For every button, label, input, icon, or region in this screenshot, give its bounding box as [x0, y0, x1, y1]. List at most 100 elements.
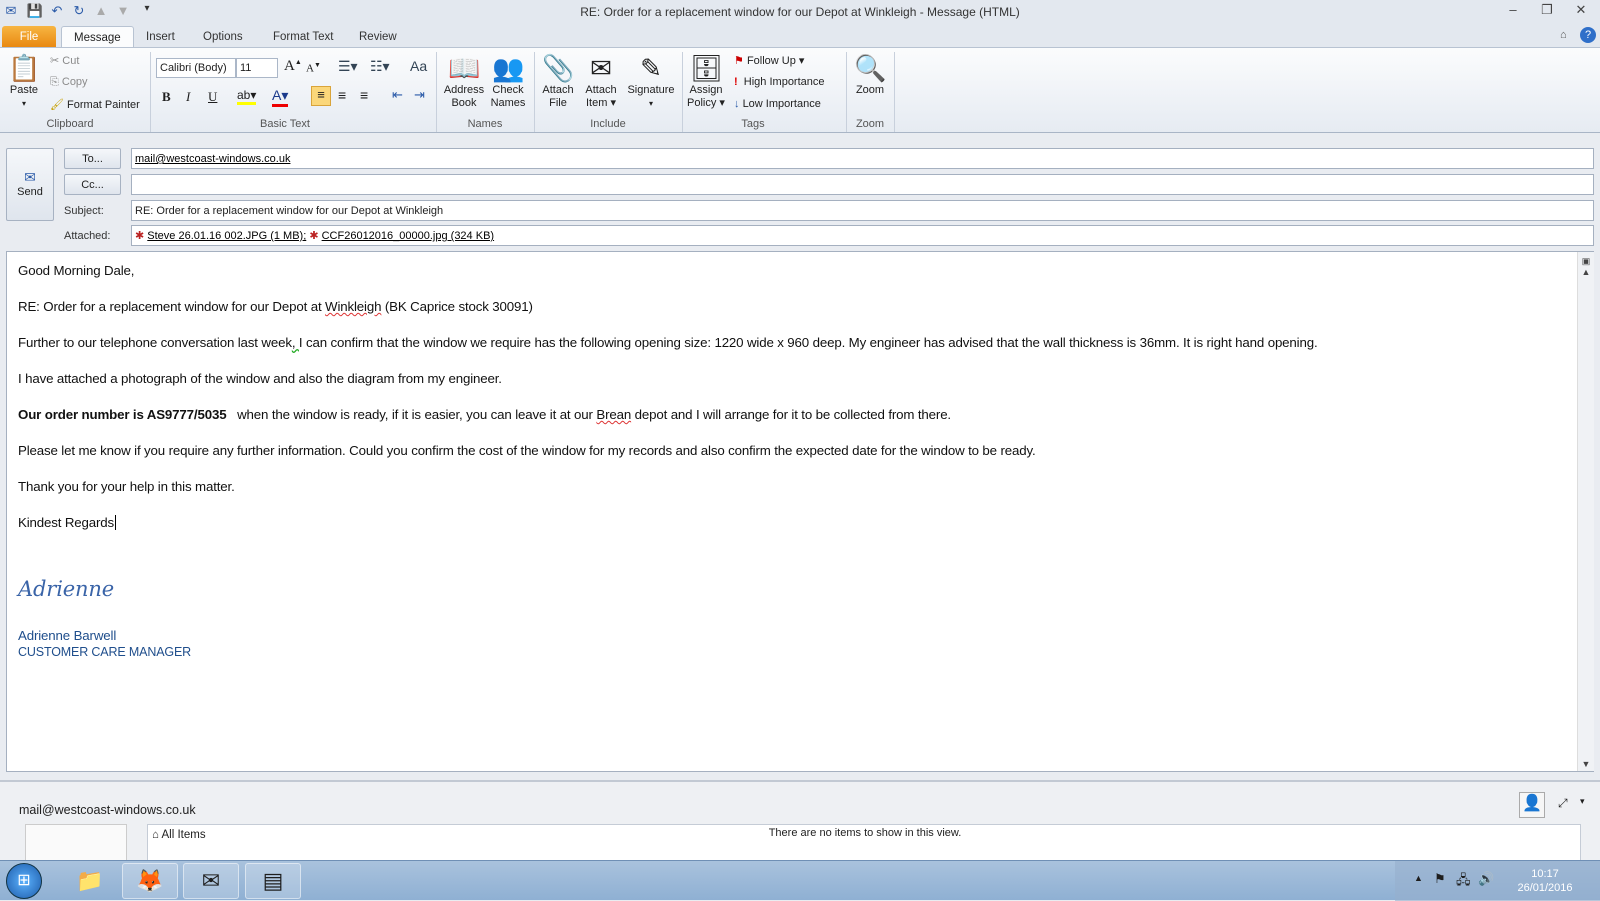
address-book-icon: 📖: [448, 53, 481, 83]
empty-view-message: There are no items to show in this view.: [768, 827, 962, 839]
ribbon-tabs: File Message Insert Options Format Text …: [0, 24, 1600, 48]
increase-indent-icon[interactable]: ⇥: [414, 87, 425, 103]
outlook-taskbar-icon[interactable]: ✉: [183, 863, 239, 899]
align-right-button[interactable]: ≡: [360, 87, 368, 103]
closing: Kindest Regards: [18, 515, 117, 530]
message-body[interactable]: Good Morning Dale, RE: Order for a repla…: [6, 251, 1594, 772]
sage-taskbar-icon[interactable]: ▤: [245, 863, 301, 899]
down-arrow-icon: ↓: [734, 98, 740, 110]
check-names-icon: 👥: [492, 53, 525, 83]
paragraph: Our order number is AS9777/5035 when the…: [18, 407, 951, 422]
cc-field[interactable]: [131, 174, 1594, 195]
paste-icon: 📋: [8, 53, 41, 83]
start-button[interactable]: ⊞: [6, 863, 42, 899]
collapse-pane-icon[interactable]: ▾: [1580, 796, 1585, 807]
paragraph: Thank you for your help in this matter.: [18, 479, 235, 494]
close-button[interactable]: ✕: [1566, 2, 1596, 22]
attachment-link[interactable]: CCF26012016_00000.jpg (324 KB): [322, 230, 494, 242]
attach-item-button[interactable]: ✉ Attach Item ▾: [580, 52, 622, 110]
align-center-button[interactable]: ≡: [338, 87, 346, 103]
align-left-button[interactable]: ≡: [311, 86, 331, 106]
clock[interactable]: 10:17 26/01/2016: [1510, 867, 1580, 895]
tab-format-text[interactable]: Format Text: [261, 26, 346, 48]
font-color-icon[interactable]: A▾: [272, 87, 289, 107]
font-size-select[interactable]: 11: [236, 58, 278, 78]
magnifier-icon: 🔍: [854, 53, 887, 83]
tab-message[interactable]: Message: [61, 26, 134, 48]
group-label-tags: Tags: [741, 118, 765, 130]
tab-review[interactable]: Review: [347, 26, 409, 48]
bullets-icon[interactable]: ☰▾: [338, 58, 358, 75]
to-recipient[interactable]: mail@westcoast-windows.co.uk: [135, 153, 290, 165]
signature-script: Adrienne: [18, 577, 115, 601]
clock-date: 26/01/2016: [1517, 882, 1573, 894]
paperclip-icon: 📎: [542, 53, 575, 83]
group-label-basic-text: Basic Text: [260, 118, 310, 130]
show-hidden-icons[interactable]: ▲: [1414, 873, 1423, 883]
to-field[interactable]: mail@westcoast-windows.co.uk: [131, 148, 1594, 169]
font-name-select[interactable]: Calibri (Body): [156, 58, 236, 78]
highlight-icon[interactable]: ab▾: [237, 88, 257, 105]
flag-icon: ⚑: [734, 55, 744, 67]
greeting: Good Morning Dale,: [18, 263, 135, 278]
tab-file[interactable]: File: [2, 26, 56, 48]
action-center-flag-icon[interactable]: ⚑: [1434, 871, 1446, 887]
restore-button[interactable]: ❐: [1532, 2, 1562, 22]
tab-options[interactable]: Options: [191, 26, 255, 48]
people-pane-email: mail@westcoast-windows.co.uk: [19, 803, 196, 817]
styles-icon[interactable]: Aa: [410, 58, 427, 74]
paragraph: Further to our telephone conversation la…: [18, 335, 1318, 350]
attach-file-button[interactable]: 📎 Attach File: [538, 52, 578, 110]
bold-button[interactable]: B: [162, 89, 171, 105]
image-file-icon: ✱: [309, 230, 319, 242]
italic-button[interactable]: I: [186, 89, 190, 105]
tab-insert[interactable]: Insert: [134, 26, 187, 48]
zoom-button[interactable]: 🔍 Zoom: [850, 52, 890, 97]
firefox-taskbar-icon[interactable]: 🦊: [122, 863, 178, 899]
paste-button[interactable]: 📋 Paste ▾: [6, 52, 42, 110]
activity-list: ⌂ All Items There are no items to show i…: [147, 824, 1581, 864]
scroll-down-icon[interactable]: ▼: [1578, 759, 1594, 769]
attachment-link[interactable]: Steve 26.01.16 002.JPG (1 MB);: [147, 230, 306, 242]
to-button[interactable]: To...: [64, 148, 121, 169]
expand-icon[interactable]: ⤢: [1558, 796, 1568, 811]
paragraph: I have attached a photograph of the wind…: [18, 371, 502, 386]
body-scrollbar[interactable]: ▣ ▲ ▼: [1577, 252, 1594, 771]
decrease-indent-icon[interactable]: ⇤: [392, 87, 403, 103]
attached-label: Attached:: [64, 230, 111, 242]
cc-button[interactable]: Cc...: [64, 174, 121, 195]
clock-time: 10:17: [1531, 868, 1559, 880]
cut-button[interactable]: ✂ Cut: [50, 54, 79, 67]
shrink-font-icon[interactable]: A▼: [306, 61, 321, 75]
attachments-field: ✱ Steve 26.01.16 002.JPG (1 MB); ✱ CCF26…: [131, 225, 1594, 246]
help-icon[interactable]: ?: [1580, 27, 1596, 43]
group-label-include: Include: [590, 118, 626, 130]
minimize-button[interactable]: –: [1498, 2, 1528, 22]
underline-button[interactable]: U: [208, 89, 217, 105]
format-painter-button[interactable]: 🖌 Format Painter: [50, 98, 140, 111]
grow-font-icon[interactable]: A▲: [284, 58, 302, 75]
explorer-taskbar-icon[interactable]: 📁: [62, 863, 118, 899]
assign-policy-button[interactable]: 🗄 Assign Policy ▾: [686, 52, 726, 110]
signature-title: CUSTOMER CARE MANAGER: [18, 645, 192, 659]
check-names-button[interactable]: 👥 Check Names: [486, 52, 530, 110]
volume-icon[interactable]: 🔊: [1478, 871, 1494, 887]
re-line: RE: Order for a replacement window for o…: [18, 299, 533, 314]
minimize-ribbon-icon[interactable]: ⌂: [1560, 29, 1567, 41]
people-pane: mail@westcoast-windows.co.uk 👤 ⤢ ▾ ⌂ All…: [0, 780, 1600, 864]
send-button[interactable]: ✉ Send: [6, 148, 54, 221]
follow-up-button[interactable]: ⚑ Follow Up ▾: [734, 54, 804, 67]
high-importance-button[interactable]: ! High Importance: [734, 76, 825, 88]
low-importance-button[interactable]: ↓ Low Importance: [734, 98, 821, 110]
title-bar: ✉ 💾 ↶ ↻ ▲ ▼ ▾ RE: Order for a replacemen…: [0, 0, 1600, 24]
signature-button[interactable]: ✎ Signature ▾: [624, 52, 678, 110]
subject-field[interactable]: RE: Order for a replacement window for o…: [131, 200, 1594, 221]
network-icon[interactable]: 🖧: [1456, 871, 1471, 893]
numbering-icon[interactable]: ☷▾: [370, 58, 390, 75]
address-book-button[interactable]: 📖 Address Book: [442, 52, 486, 110]
scroll-up-icon[interactable]: ▲: [1578, 267, 1594, 277]
ruler-icon[interactable]: ▣: [1578, 256, 1594, 267]
copy-button[interactable]: ⎘ Copy: [50, 76, 88, 89]
group-label-clipboard: Clipboard: [46, 118, 94, 130]
envelope-icon: ✉: [590, 53, 612, 83]
